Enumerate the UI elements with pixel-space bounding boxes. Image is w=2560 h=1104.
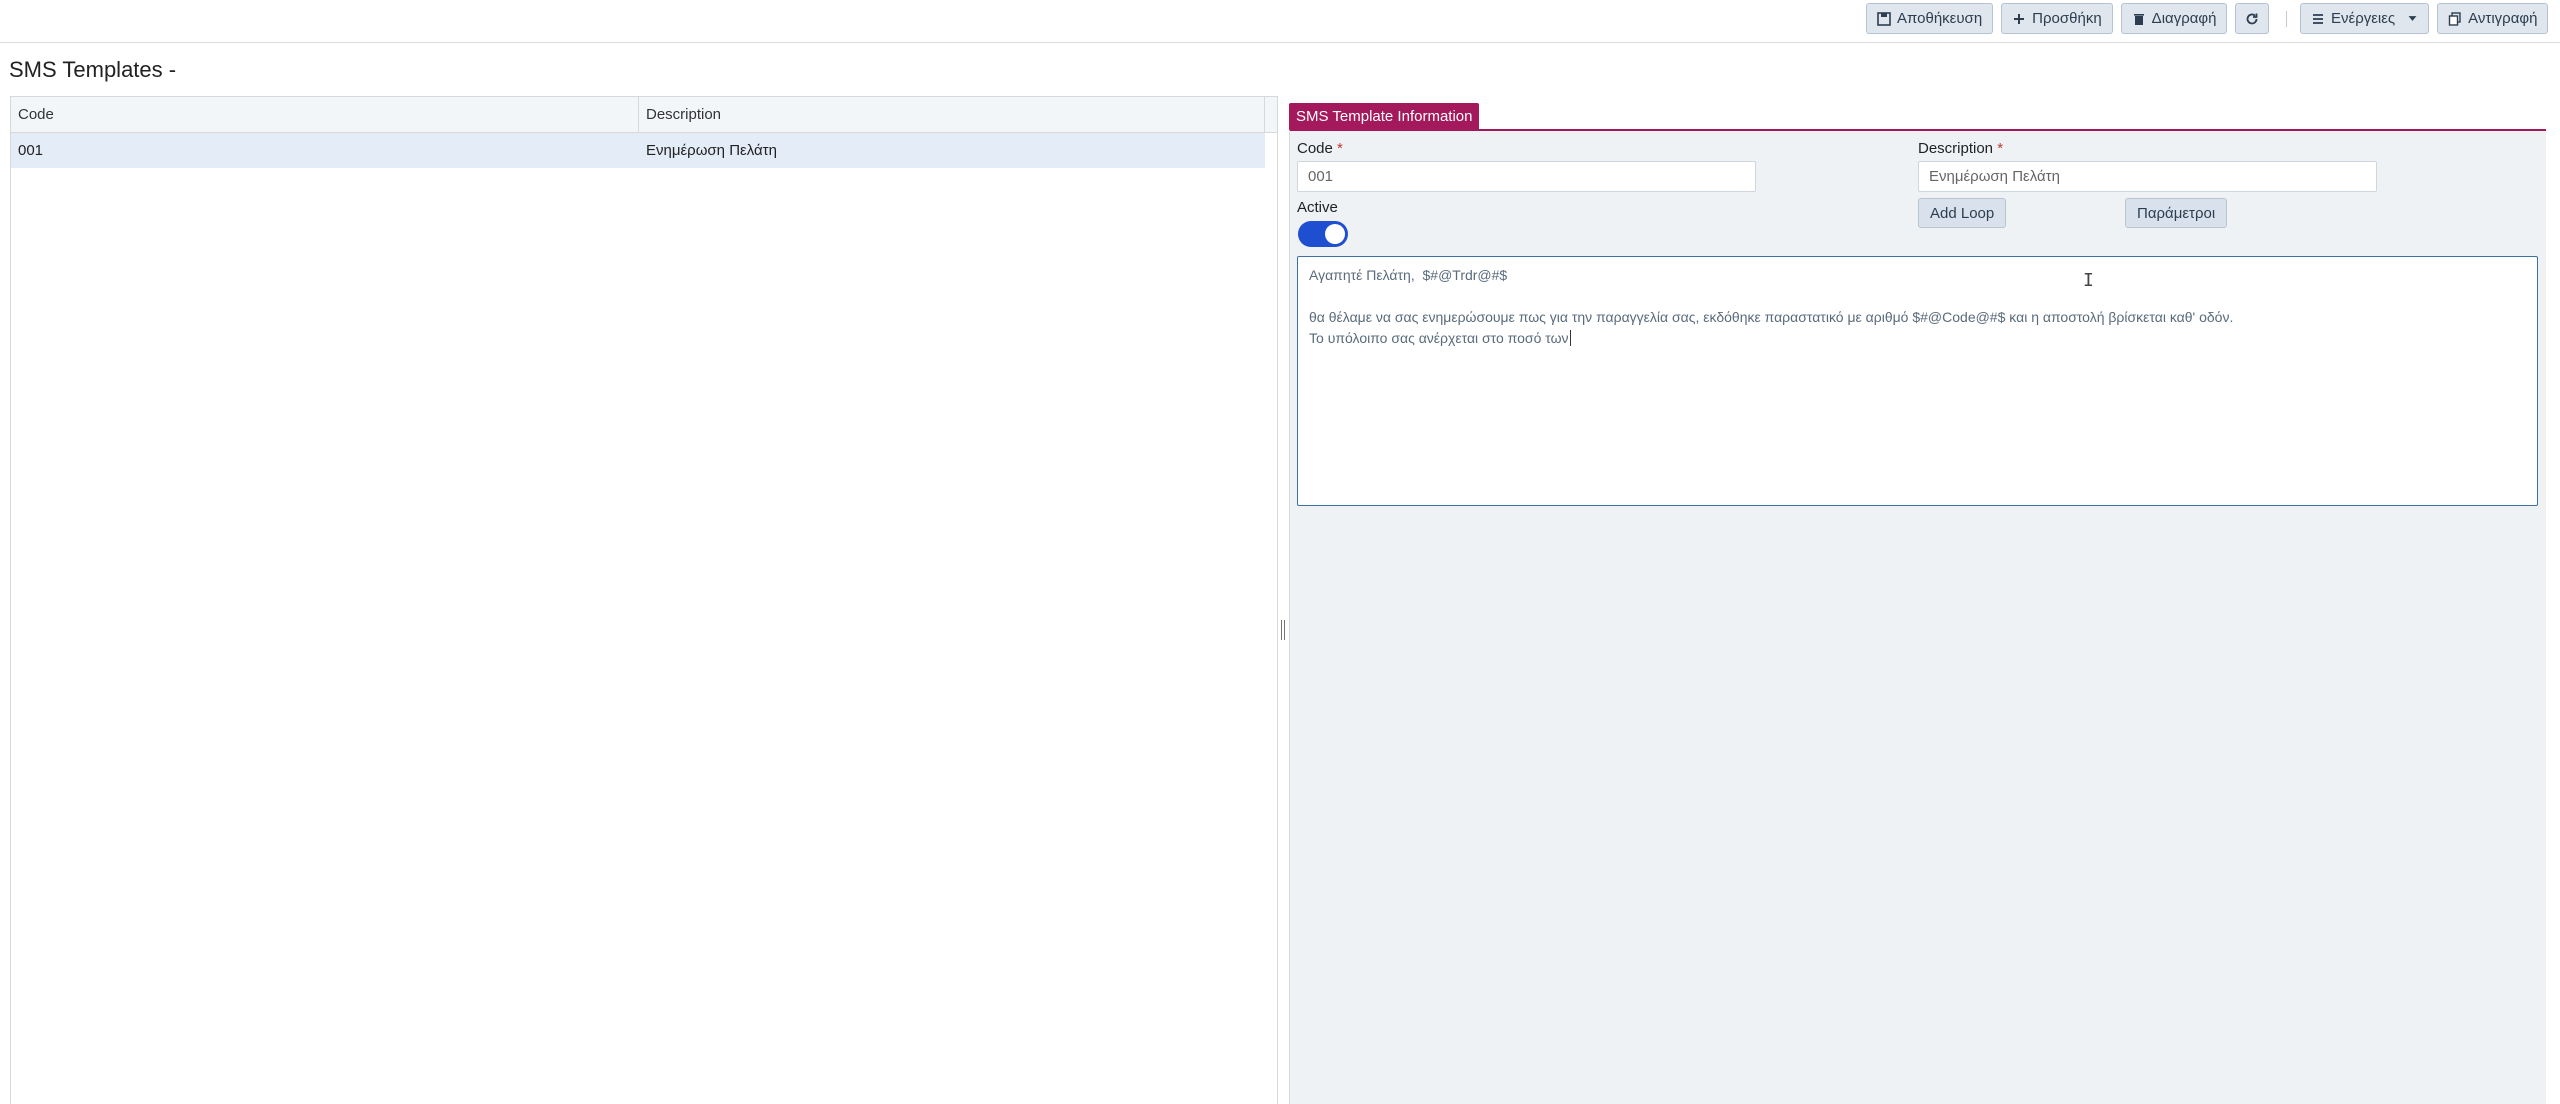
caret-down-icon [2408,16,2417,21]
add-button[interactable]: Προσθήκη [2001,3,2113,34]
description-label: Description * [1918,140,2003,157]
copy-button-label: Αντιγραφή [2468,10,2538,27]
add-loop-button[interactable]: Add Loop [1918,198,2007,228]
plus-icon [2014,13,2025,24]
description-field[interactable]: Ενημέρωση Πελάτη [1918,161,2377,192]
menu-icon [2313,13,2323,24]
trash-icon [2133,13,2144,25]
actions-dropdown[interactable]: Ενέργειες [2300,3,2430,34]
toggle-knob [1325,224,1345,244]
column-header-code[interactable]: Code [11,97,639,132]
refresh-button[interactable] [2235,3,2270,34]
active-label: Active [1297,199,1338,216]
active-toggle[interactable] [1298,221,1348,247]
required-mark: * [1337,140,1343,157]
add-button-label: Προσθήκη [2032,10,2102,27]
grid-header: Code Description [11,97,1277,133]
delete-button[interactable]: Διαγραφή [2120,3,2228,34]
save-button-label: Αποθήκευση [1897,10,1983,27]
mouse-ibeam-cursor-icon: I [2083,270,2094,291]
toolbar-separator [2286,11,2287,27]
table-row[interactable]: 001 Ενημέρωση Πελάτη [11,133,1265,168]
top-toolbar: Αποθήκευση Προσθήκη Διαγραφή Ενέργειες Α… [0,0,2560,43]
required-mark: * [1997,140,2004,157]
page-title: SMS Templates - [9,57,177,82]
tab-sms-template-information[interactable]: SMS Template Information [1289,103,1480,129]
body-line-3: θα θέλαμε να σας ενημερώσουμε πως για τη… [1309,309,2234,325]
body-line-1: Αγαπητέ Πελάτη, $#@Trdr@#$ [1309,267,1508,283]
column-header-filler [1265,97,1277,132]
floppy-disk-icon [1877,11,1891,26]
cell-code: 001 [18,142,44,159]
toolbar-right-group: Ενέργειες Αντιγραφή [2300,3,2549,34]
code-label-text: Code [1297,140,1333,157]
description-label-text: Description [1918,140,1994,157]
copy-button[interactable]: Αντιγραφή [2437,3,2549,34]
save-button[interactable]: Αποθήκευση [1866,3,1994,34]
code-label: Code * [1297,140,1343,157]
pane-splitter-handle[interactable] [1281,620,1285,640]
detail-panel: SMS Template Information Code * 001 Desc… [1289,103,2560,1104]
body-line-4: Το υπόλοιπο σας ανέρχεται στο ποσό των [1309,328,2526,349]
parameters-button[interactable]: Παράμετροι [2125,198,2228,228]
body-line-2 [1309,286,2526,307]
refresh-icon [2247,13,2258,24]
templates-grid: Code Description 001 Ενημέρωση Πελάτη [10,96,1278,1104]
tab-content: Code * 001 Description * Ενημέρωση Πελάτ… [1289,129,2546,1104]
text-caret [1569,330,1571,346]
body-line-4-text: Το υπόλοιπο σας ανέρχεται στο ποσό των [1309,330,1569,346]
code-field[interactable]: 001 [1297,161,1756,192]
cell-description: Ενημέρωση Πελάτη [646,142,777,159]
toolbar-left-group: Αποθήκευση Προσθήκη Διαγραφή [1866,3,2270,34]
column-header-description[interactable]: Description [639,97,1265,132]
sms-body-textarea[interactable]: Αγαπητέ Πελάτη, $#@Trdr@#$ θα θέλαμε να … [1297,256,2538,506]
delete-button-label: Διαγραφή [2151,10,2217,27]
actions-dropdown-label: Ενέργειες [2331,10,2396,27]
copy-icon [2448,11,2461,26]
